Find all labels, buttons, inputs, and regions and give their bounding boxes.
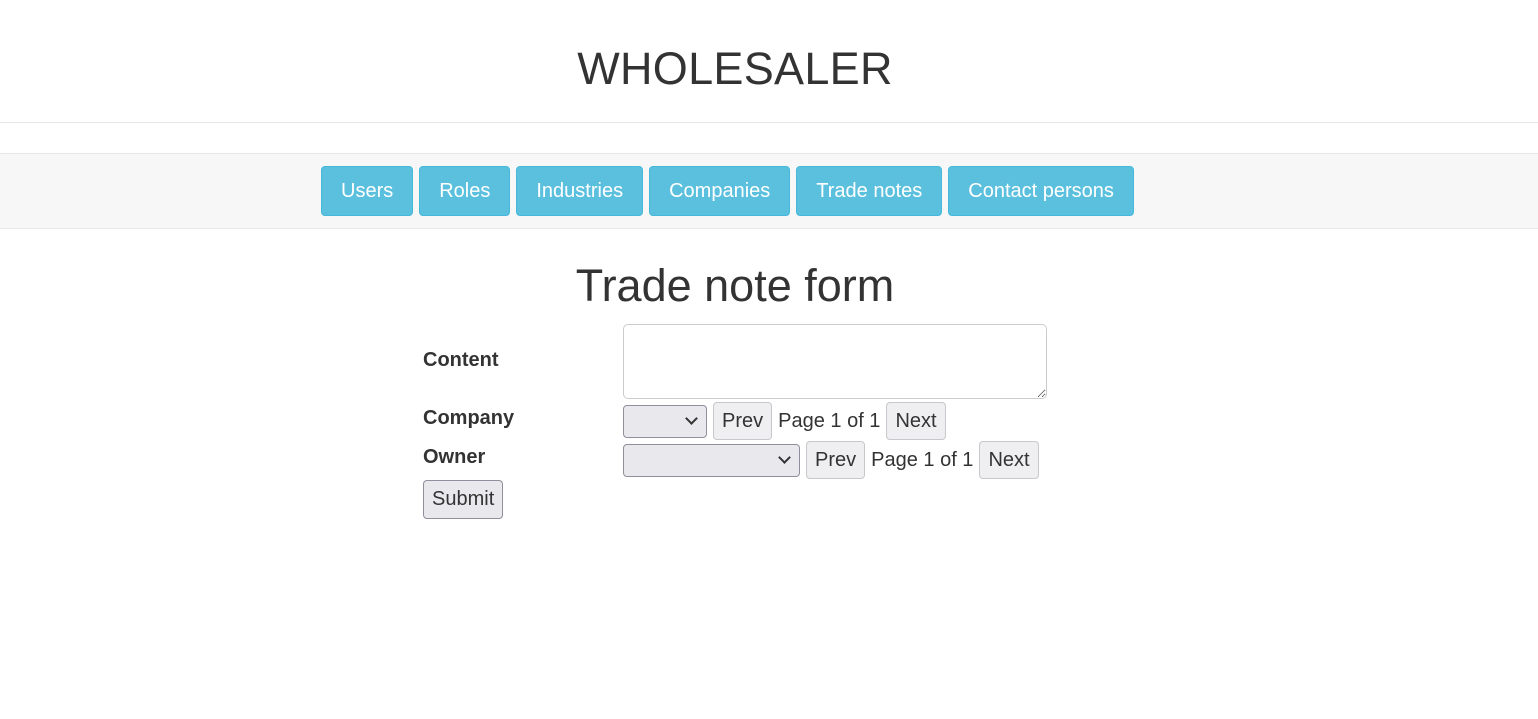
company-next-button[interactable]: Next xyxy=(886,402,946,440)
owner-next-button[interactable]: Next xyxy=(979,441,1039,479)
chevron-down-icon xyxy=(685,411,698,425)
owner-select[interactable] xyxy=(623,443,800,477)
nav-companies-button[interactable]: Companies xyxy=(649,166,791,216)
content-label: Content xyxy=(423,349,499,371)
owner-prev-button[interactable]: Prev xyxy=(806,441,866,479)
company-prev-button[interactable]: Prev xyxy=(713,402,773,440)
chevron-down-icon xyxy=(778,450,791,464)
nav-trade-notes-button[interactable]: Trade notes xyxy=(796,166,943,216)
nav-users-button[interactable]: Users xyxy=(321,166,414,216)
site-title: WHOLESALER xyxy=(577,43,893,94)
site-header: WHOLESALER xyxy=(0,0,1538,123)
owner-row: Prev Page 1 of 1 Next xyxy=(623,441,1039,479)
owner-page-info: Page 1 of 1 xyxy=(871,448,974,471)
nav-roles-button[interactable]: Roles xyxy=(419,166,511,216)
submit-button[interactable]: Submit xyxy=(423,480,504,519)
company-row: Prev Page 1 of 1 Next xyxy=(623,402,946,440)
content-field[interactable] xyxy=(623,324,1047,399)
nav-industries-button[interactable]: Industries xyxy=(516,166,644,216)
nav-list: Users Roles Industries Companies Trade n… xyxy=(321,166,1134,216)
owner-label: Owner xyxy=(423,446,486,468)
company-page-info: Page 1 of 1 xyxy=(778,409,881,432)
page-title: Trade note form xyxy=(575,260,895,311)
company-select[interactable] xyxy=(623,404,707,438)
navbar: Users Roles Industries Companies Trade n… xyxy=(0,153,1538,229)
company-label: Company xyxy=(423,407,515,429)
nav-contact-persons-button[interactable]: Contact persons xyxy=(948,166,1134,216)
